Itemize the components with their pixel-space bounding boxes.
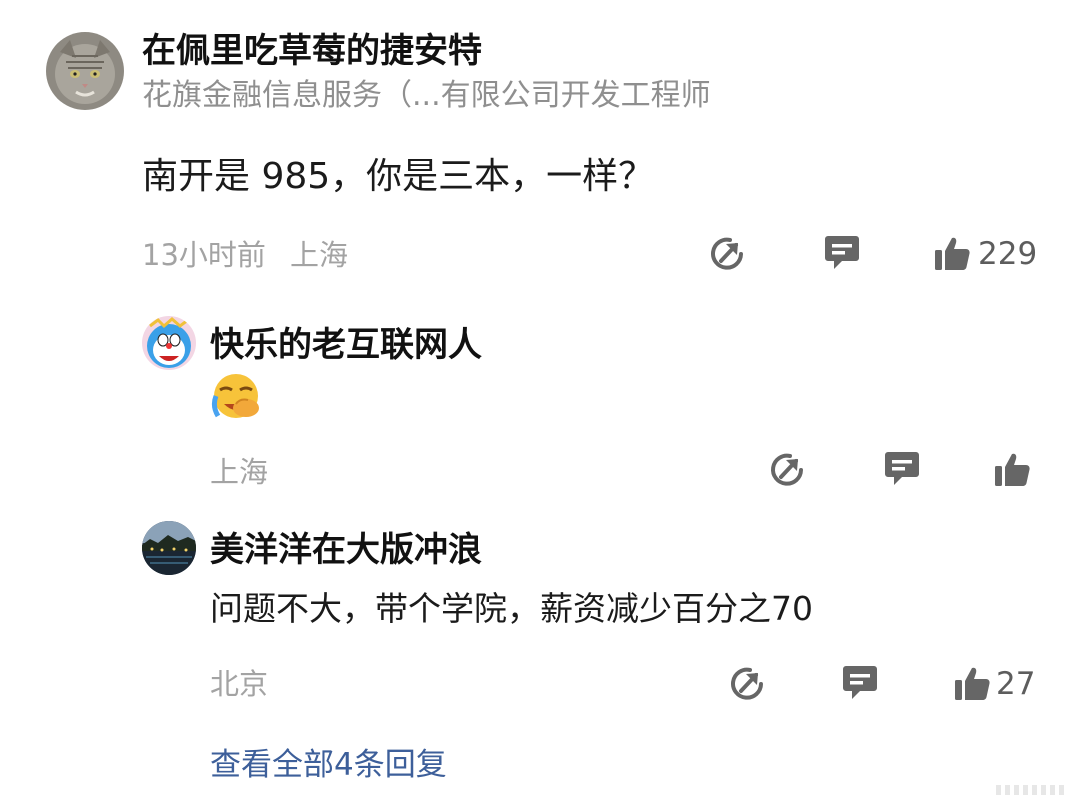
thumbs-up-icon[interactable] [992,450,1032,490]
watermark-mark [996,785,1064,795]
thumbs-up-icon[interactable] [952,664,992,704]
comment-time-main: 13小时前 [142,238,266,272]
share-icon[interactable] [768,450,808,490]
facepalm-crying-emoji [210,372,262,420]
reply-location-1: 上海 [210,455,269,489]
author-name-reply-2[interactable]: 美洋洋在大版冲浪 [210,527,482,573]
avatar-main[interactable] [46,32,124,110]
like-count-main: 229 [978,236,1038,272]
share-icon[interactable] [708,234,748,274]
comment-icon[interactable] [822,232,862,272]
comment-location-main: 上海 [290,238,349,272]
reply-location-2: 北京 [210,667,269,701]
comment-icon[interactable] [882,448,922,488]
thumbs-up-icon[interactable] [932,234,972,274]
avatar-reply-1[interactable] [142,316,196,370]
author-subtitle-main: 花旗金融信息服务（...有限公司开发工程师 [142,78,711,113]
like-count-reply-2: 27 [996,666,1036,702]
view-all-replies-link[interactable]: 查看全部4条回复 [210,744,447,786]
comment-text-main: 南开是 985，你是三本，一样？ [142,156,655,197]
comment-icon[interactable] [840,662,880,702]
author-name-reply-1[interactable]: 快乐的老互联网人 [210,322,482,368]
avatar-reply-2[interactable] [142,521,196,575]
share-icon[interactable] [728,664,768,704]
reply-text-2: 问题不大，带个学院，薪资减少百分之70 [210,589,813,628]
author-name-main[interactable]: 在佩里吃草莓的捷安特 [142,28,482,74]
